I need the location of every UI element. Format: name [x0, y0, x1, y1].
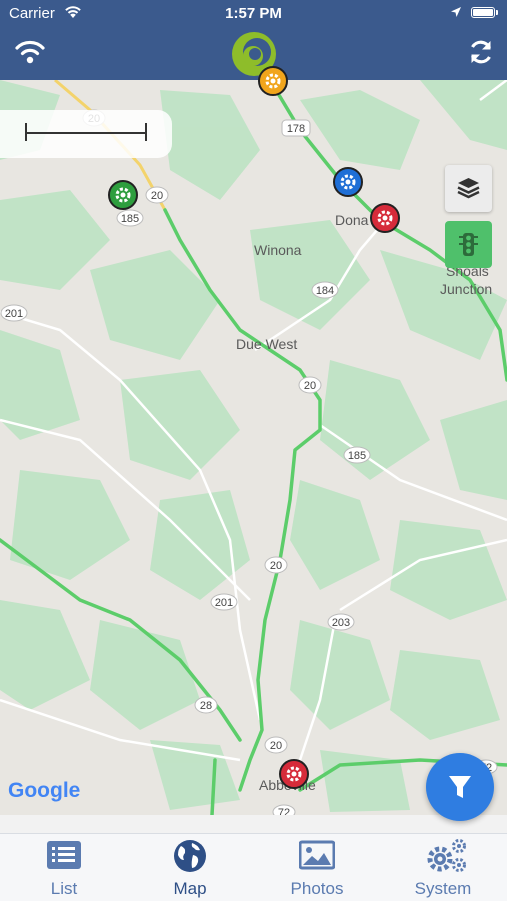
nav-bar [0, 28, 507, 80]
traffic-toggle-button[interactable] [445, 221, 492, 268]
scale-tick-right [145, 123, 147, 141]
route-shield: 20 [298, 376, 322, 394]
svg-text:20: 20 [270, 740, 282, 752]
svg-text:201: 201 [5, 308, 23, 320]
route-shield: 28 [194, 696, 218, 714]
gears-icon [427, 839, 466, 872]
route-shield: 178 [281, 119, 311, 137]
list-icon [47, 841, 81, 869]
place-label-winona: Winona [254, 242, 302, 258]
filter-button[interactable] [426, 753, 494, 821]
traffic-light-icon [459, 233, 478, 256]
layers-icon [457, 178, 480, 199]
marker-red[interactable] [370, 203, 400, 233]
map-scale-bar [0, 110, 172, 158]
route-shield: 72 [272, 804, 296, 815]
battery-icon [471, 7, 495, 18]
route-shield: 184 [311, 281, 339, 299]
globe-icon [174, 840, 206, 872]
svg-text:185: 185 [121, 213, 139, 225]
svg-text:20: 20 [304, 380, 316, 392]
svg-text:178: 178 [287, 123, 305, 135]
svg-text:20: 20 [151, 190, 163, 202]
route-shield: 185 [343, 446, 371, 464]
route-shield: 201 [210, 593, 238, 611]
svg-text:185: 185 [348, 450, 366, 462]
scale-line [26, 132, 146, 134]
route-shield: 20 [264, 556, 288, 574]
route-shield: 201 [0, 304, 28, 322]
wifi-icon[interactable] [14, 38, 46, 64]
marker-red[interactable] [279, 759, 309, 789]
clock-label: 1:57 PM [225, 5, 282, 22]
google-attribution: Google [8, 779, 81, 802]
svg-text:184: 184 [316, 285, 334, 297]
tab-bar: List Map Photos System [0, 833, 507, 901]
tab-list[interactable]: List [1, 834, 127, 901]
photos-icon [299, 840, 335, 870]
svg-text:28: 28 [200, 700, 212, 712]
marker-green[interactable] [108, 180, 138, 210]
refresh-icon[interactable] [467, 38, 495, 66]
route-shield: 203 [327, 613, 355, 631]
marker-blue[interactable] [333, 167, 363, 197]
tab-photos[interactable]: Photos [254, 834, 380, 901]
map-view[interactable]: Winona Due West Dona Shoals Junction Abb… [0, 80, 507, 815]
gear-icon [265, 73, 281, 89]
gear-icon [377, 210, 393, 226]
status-bar: Carrier 1:57 PM [0, 0, 507, 28]
battery-tip [496, 10, 498, 15]
tab-map-label: Map [173, 879, 207, 898]
route-shield: 185 [116, 209, 144, 227]
filter-icon [449, 776, 471, 798]
svg-text:72: 72 [278, 807, 290, 815]
route-shield: 20 [264, 736, 288, 754]
svg-text:20: 20 [270, 560, 282, 572]
location-arrow-icon [451, 7, 461, 17]
layers-button[interactable] [445, 165, 492, 212]
gear-icon [286, 766, 302, 782]
svg-text:203: 203 [332, 617, 350, 629]
tab-system[interactable]: System [380, 834, 506, 901]
place-label-donalds: Dona [335, 212, 369, 228]
svg-text:201: 201 [215, 597, 233, 609]
gear-icon [340, 174, 356, 190]
gear-icon [115, 187, 131, 203]
tab-photos-label: Photos [290, 879, 344, 898]
place-label-junction: Junction [440, 281, 492, 297]
place-label-due-west: Due West [236, 336, 297, 352]
map-canvas[interactable]: Winona Due West Dona Shoals Junction Abb… [0, 80, 507, 815]
route-shield: 20 [145, 186, 169, 204]
tab-system-label: System [414, 879, 472, 898]
marker-orange[interactable] [258, 66, 288, 96]
tab-list-label: List [50, 879, 78, 898]
tab-map[interactable]: Map [127, 834, 253, 901]
